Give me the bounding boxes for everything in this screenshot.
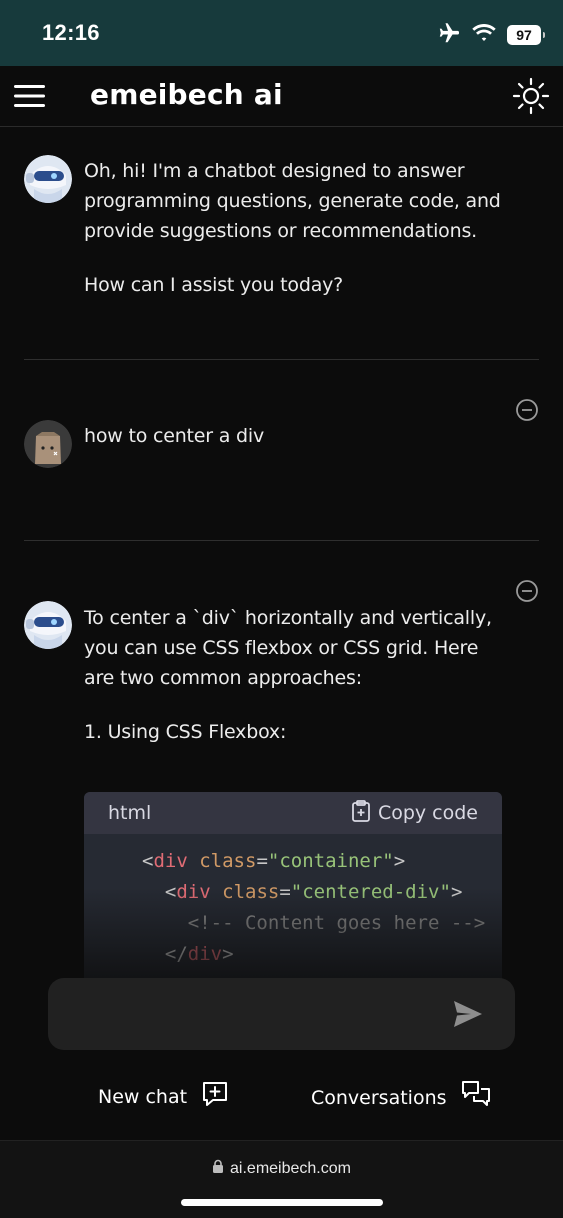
- copy-code-button[interactable]: Copy code: [350, 799, 478, 828]
- user-avatar: [24, 420, 72, 468]
- message-text: To center a `div` horizontally and verti…: [84, 603, 499, 747]
- conversations-button[interactable]: Conversations: [311, 1080, 491, 1115]
- copy-code-label: Copy code: [377, 802, 478, 824]
- status-icons: 97: [437, 21, 545, 49]
- app-header: emeibech ai: [0, 66, 563, 127]
- lock-icon: [212, 1159, 224, 1178]
- message-paragraph: To center a `div` horizontally and verti…: [84, 607, 492, 689]
- bot-avatar: [24, 601, 72, 649]
- wifi-icon: [471, 23, 497, 47]
- battery-icon: 97: [507, 25, 545, 45]
- status-bar: 12:16 97: [0, 0, 563, 66]
- home-indicator[interactable]: [181, 1199, 383, 1206]
- code-block-header: html Copy code: [84, 792, 502, 834]
- code-line: <div class="centered-div">: [164, 881, 463, 903]
- code-block: html Copy code <div class="container"> <…: [84, 792, 502, 992]
- clipboard-icon: [350, 799, 372, 828]
- code-language: html: [108, 802, 152, 824]
- code-line: <div class="container">: [142, 850, 406, 872]
- bot-avatar: [24, 155, 72, 203]
- code-line: </div>: [164, 943, 234, 965]
- airplane-icon: [437, 21, 461, 49]
- divider: [24, 359, 539, 360]
- url-display[interactable]: ai.emeibech.com: [0, 1159, 563, 1178]
- status-time: 12:16: [42, 20, 100, 45]
- send-icon[interactable]: [451, 998, 485, 1030]
- message-paragraph: Oh, hi! I'm a chatbot designed to answer…: [84, 160, 501, 242]
- browser-url-bar: ai.emeibech.com: [0, 1140, 563, 1218]
- message-paragraph: how to center a div: [84, 425, 264, 447]
- conversations-label: Conversations: [311, 1086, 447, 1109]
- new-chat-button[interactable]: New chat: [98, 1080, 229, 1113]
- minus-circle-icon[interactable]: [515, 398, 539, 422]
- url-domain: ai.emeibech.com: [230, 1159, 351, 1177]
- message-paragraph: 1. Using CSS Flexbox:: [84, 721, 287, 743]
- code-line: <!-- Content goes here -->: [187, 912, 486, 934]
- code-body: <div class="container"> <div class="cent…: [84, 834, 502, 970]
- new-chat-label: New chat: [98, 1085, 188, 1108]
- app-title: emeibech ai: [90, 78, 283, 111]
- message-text: Oh, hi! I'm a chatbot designed to answer…: [84, 156, 524, 300]
- new-chat-icon: [201, 1080, 229, 1113]
- message-input-box: [48, 978, 515, 1050]
- message-text: how to center a div: [84, 421, 524, 451]
- minus-circle-icon[interactable]: [515, 579, 539, 603]
- message-input[interactable]: [70, 998, 440, 1030]
- divider: [24, 540, 539, 541]
- bottom-actions: New chat Conversations: [0, 1072, 563, 1122]
- hamburger-menu-icon[interactable]: [14, 83, 46, 109]
- sun-icon[interactable]: [511, 76, 551, 116]
- message-paragraph: How can I assist you today?: [84, 274, 344, 296]
- conversations-icon: [461, 1080, 491, 1115]
